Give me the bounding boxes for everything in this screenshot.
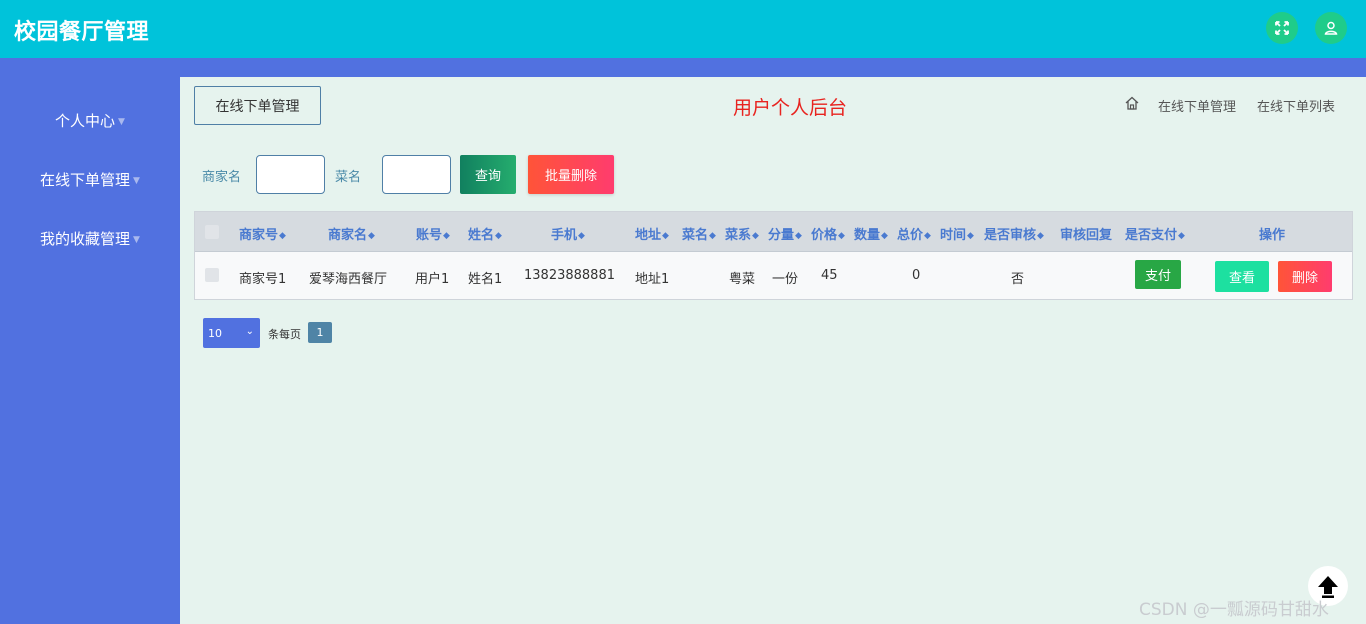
sidebar-item-personal-center[interactable]: 个人中心 ▼ <box>0 110 180 131</box>
home-icon[interactable] <box>1124 95 1140 111</box>
column-header[interactable]: 地址◆ <box>635 224 669 243</box>
column-header[interactable]: 手机◆ <box>551 224 585 243</box>
sort-icon: ◆ <box>1178 231 1185 241</box>
cell-cuisine: 粤菜 <box>729 272 756 287</box>
column-header: 审核回复 <box>1060 228 1113 243</box>
caret-down-icon: ▼ <box>133 175 140 186</box>
sort-icon: ◆ <box>368 231 375 241</box>
column-header[interactable]: 时间◆ <box>940 224 974 243</box>
sidebar-item-label: 在线下单管理 <box>40 171 131 189</box>
page-size-select[interactable]: 10 ⌄ <box>203 318 260 348</box>
select-all-checkbox[interactable] <box>205 225 219 239</box>
column-header[interactable]: 姓名◆ <box>468 224 502 243</box>
cell-price: 45 <box>821 268 838 283</box>
column-header[interactable]: 商家名◆ <box>328 224 375 243</box>
sidebar-item-favorites[interactable]: 我的收藏管理 ▼ <box>0 228 180 249</box>
breadcrumb-item: 在线下单列表 <box>1257 100 1336 115</box>
sidebar: 个人中心 ▼ 在线下单管理 ▼ 我的收藏管理 ▼ <box>0 77 180 624</box>
watermark: CSDN @一瓢源码甘甜水 <box>1139 600 1329 620</box>
query-button[interactable]: 查询 <box>460 155 516 194</box>
caret-down-icon: ▼ <box>133 234 140 245</box>
section-button[interactable]: 在线下单管理 <box>194 86 321 125</box>
sort-icon: ◆ <box>709 231 716 241</box>
dish-name-label: 菜名 <box>335 170 362 185</box>
sort-icon: ◆ <box>279 231 286 241</box>
column-header[interactable]: 商家号◆ <box>239 224 286 243</box>
cell-merchant-name: 爱琴海西餐厅 <box>309 272 388 287</box>
sort-icon: ◆ <box>495 231 502 241</box>
sort-icon: ◆ <box>967 231 974 241</box>
column-header[interactable]: 账号◆ <box>416 224 450 243</box>
cell-total: 0 <box>912 268 921 283</box>
page-size-value: 10 <box>208 326 222 340</box>
app-title: 校园餐厅管理 <box>14 20 150 45</box>
column-header[interactable]: 是否支付◆ <box>1125 224 1185 243</box>
table-header: 商家号◆ 商家名◆ 账号◆ 姓名◆ 手机◆ 地址◆ 菜名◆ 菜系◆ 分量◆ 价格… <box>195 212 1352 252</box>
cell-reviewed: 否 <box>1011 272 1025 287</box>
sort-icon: ◆ <box>578 231 585 241</box>
per-page-label: 条每页 <box>268 328 301 341</box>
sort-icon: ◆ <box>443 231 450 241</box>
dish-name-input[interactable] <box>382 155 451 194</box>
page-number[interactable]: 1 <box>308 322 332 343</box>
column-header[interactable]: 菜系◆ <box>725 224 759 243</box>
user-icon[interactable] <box>1315 12 1347 44</box>
top-bar: 校园餐厅管理 <box>0 0 1366 58</box>
cell-address: 地址1 <box>635 272 670 287</box>
merchant-name-input[interactable] <box>256 155 325 194</box>
column-header[interactable]: 数量◆ <box>854 224 888 243</box>
view-button[interactable]: 查看 <box>1215 261 1269 292</box>
column-header[interactable]: 总价◆ <box>897 224 931 243</box>
sidebar-item-label: 我的收藏管理 <box>40 230 131 248</box>
sort-icon: ◆ <box>924 231 931 241</box>
sort-icon: ◆ <box>795 231 802 241</box>
expand-icon-glyph <box>1275 21 1289 35</box>
cell-portion: 一份 <box>772 272 799 287</box>
row-checkbox[interactable] <box>205 268 219 282</box>
cell-phone: 13823888881 <box>524 268 615 283</box>
cell-merchant-no: 商家号1 <box>239 272 287 287</box>
header-strip <box>0 58 1366 77</box>
sort-icon: ◆ <box>662 231 669 241</box>
sort-icon: ◆ <box>1037 231 1044 241</box>
column-header[interactable]: 价格◆ <box>811 224 845 243</box>
chevron-down-icon: ⌄ <box>245 326 254 337</box>
column-header: 操作 <box>1259 228 1286 243</box>
sidebar-item-online-order[interactable]: 在线下单管理 ▼ <box>0 169 180 190</box>
cell-name: 姓名1 <box>468 272 503 287</box>
caret-down-icon: ▼ <box>118 116 125 127</box>
pay-button[interactable]: 支付 <box>1135 260 1181 289</box>
cell-account: 用户1 <box>415 272 450 287</box>
breadcrumb-item[interactable]: 在线下单管理 <box>1158 96 1236 115</box>
column-header[interactable]: 是否审核◆ <box>984 224 1044 243</box>
merchant-name-label: 商家名 <box>202 170 242 185</box>
sort-icon: ◆ <box>838 231 845 241</box>
batch-delete-button[interactable]: 批量删除 <box>528 155 614 194</box>
page-title: 用户个人后台 <box>732 97 847 119</box>
sidebar-item-label: 个人中心 <box>55 112 116 130</box>
orders-table: 商家号◆ 商家名◆ 账号◆ 姓名◆ 手机◆ 地址◆ 菜名◆ 菜系◆ 分量◆ 价格… <box>194 211 1353 300</box>
user-icon-glyph <box>1324 21 1338 35</box>
column-header[interactable]: 分量◆ <box>768 224 802 243</box>
column-header[interactable]: 菜名◆ <box>682 224 716 243</box>
sort-icon: ◆ <box>752 231 759 241</box>
delete-button[interactable]: 删除 <box>1278 261 1332 292</box>
expand-icon[interactable] <box>1266 12 1298 44</box>
sort-icon: ◆ <box>881 231 888 241</box>
